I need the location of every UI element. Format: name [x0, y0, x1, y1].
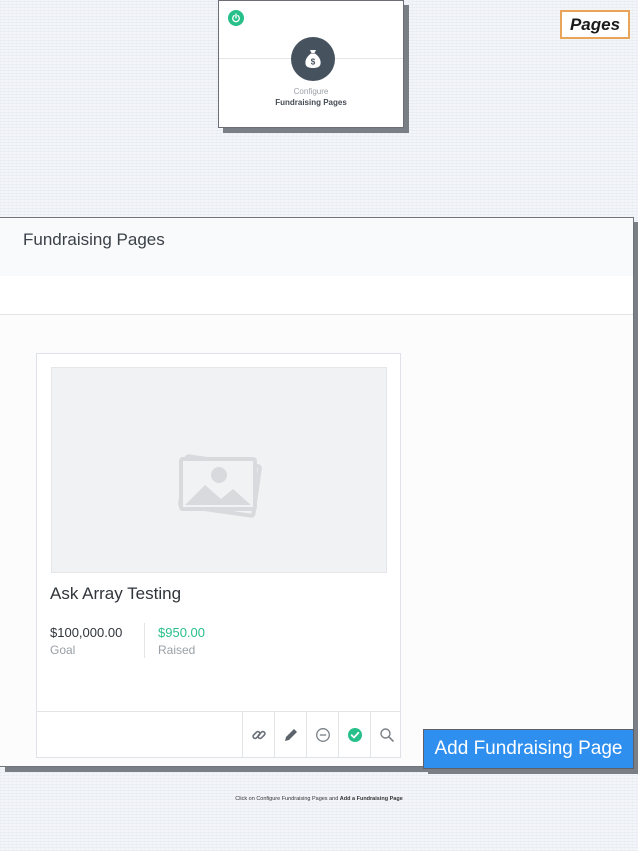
tile-fundraising-pages-text: Fundraising Pages — [275, 98, 347, 107]
goal-label: Goal — [50, 643, 76, 657]
caption: Click on Configure Fundraising Pages and… — [0, 796, 638, 802]
goal-amount: $100,000.00 — [50, 625, 123, 640]
link-icon[interactable] — [242, 712, 275, 757]
card-title: Ask Array Testing — [50, 584, 182, 603]
panel-subbar — [0, 276, 633, 315]
raised-amount: $950.00 — [158, 625, 205, 640]
pencil-icon[interactable] — [274, 712, 307, 757]
pages-label: Pages — [560, 10, 630, 39]
tile-configure-text: Configure — [293, 87, 329, 96]
caption-bold-text: Add a Fundraising Page — [339, 796, 403, 802]
minus-circle-icon[interactable] — [306, 712, 339, 757]
power-icon[interactable] — [228, 10, 244, 26]
svg-text:$: $ — [311, 58, 316, 67]
card-image-placeholder — [51, 367, 387, 573]
check-circle-icon[interactable] — [338, 712, 371, 757]
money-bag-icon: $ — [291, 37, 335, 81]
search-icon[interactable] — [370, 712, 403, 757]
fundraising-pages-panel: Fundraising Pages Ask Array Testing $100… — [0, 217, 634, 767]
page-title: Fundraising Pages — [23, 230, 165, 249]
image-placeholder-icon — [178, 454, 262, 518]
card-actions — [37, 711, 400, 757]
fundraising-page-card[interactable]: Ask Array Testing $100,000.00 Goal $950.… — [36, 353, 401, 758]
caption-text: Click on Configure Fundraising Pages and — [235, 796, 339, 802]
configure-fundraising-tile[interactable]: $ Configure Fundraising Pages — [218, 0, 404, 128]
stats-divider — [144, 623, 145, 658]
add-fundraising-page-button[interactable]: Add Fundraising Page — [423, 729, 634, 769]
raised-label: Raised — [158, 643, 196, 657]
panel-header: Fundraising Pages — [0, 218, 633, 277]
